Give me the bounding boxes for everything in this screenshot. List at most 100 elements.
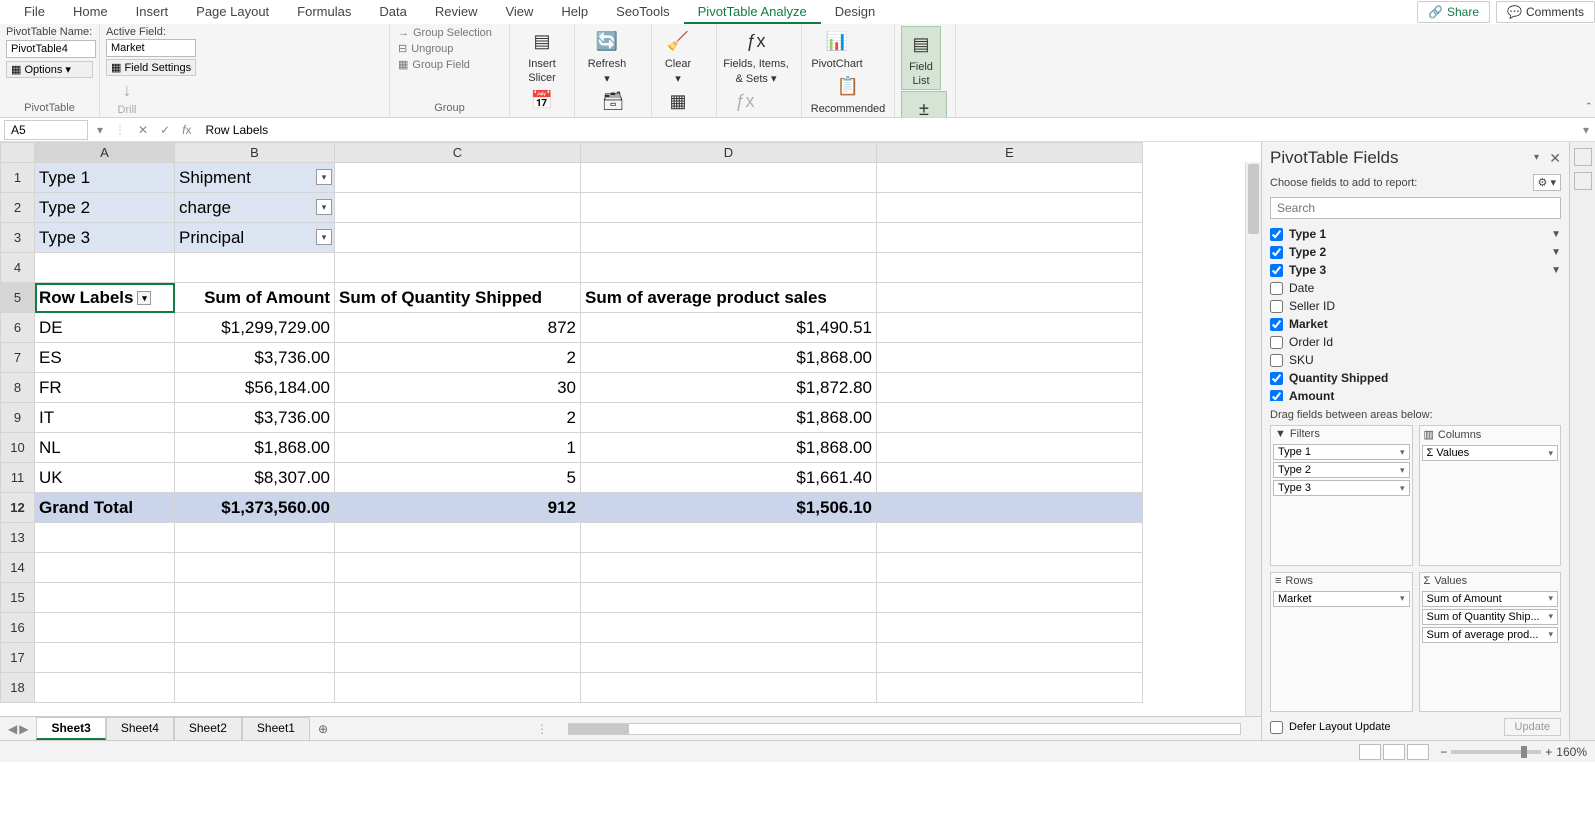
horizontal-scrollbar[interactable] [568,723,1241,735]
field-checkbox[interactable] [1270,264,1283,277]
clear-button[interactable]: 🧹Clear▾ [658,26,698,85]
field-row[interactable]: Amount [1270,387,1561,401]
row-header-5[interactable]: 5 [1,283,35,313]
row-header-9[interactable]: 9 [1,403,35,433]
cell[interactable] [877,583,1143,613]
insert-slicer-button[interactable]: ▤InsertSlicer [516,26,568,84]
tab-formulas[interactable]: Formulas [283,1,365,24]
row-header-12[interactable]: 12 [1,493,35,523]
cell[interactable] [877,673,1143,703]
change-data-source-button[interactable]: 🗃Change DataSource ▾ [581,86,645,118]
group-selection-button[interactable]: → Group Selection [396,26,503,40]
tab-insert[interactable]: Insert [122,1,183,24]
pivotchart-button[interactable]: 📊PivotChart [808,26,866,70]
cancel-formula-button[interactable]: ✕ [132,123,154,137]
sheet-nav-next[interactable]: ▶ [19,722,28,736]
cell[interactable]: NL [35,433,175,463]
formula-input[interactable] [197,121,1577,139]
share-button[interactable]: 🔗 Share [1417,1,1490,23]
cell[interactable] [877,223,1143,253]
area-item[interactable]: Type 1▾ [1273,444,1410,460]
cell[interactable] [335,673,581,703]
row-header-6[interactable]: 6 [1,313,35,343]
cell[interactable]: $1,490.51 [581,313,877,343]
cell[interactable]: charge▾ [175,193,335,223]
area-item[interactable]: Market▾ [1273,591,1410,607]
cell[interactable]: $1,373,560.00 [175,493,335,523]
tab-home[interactable]: Home [59,1,122,24]
cell[interactable] [35,643,175,673]
sheet-tab-sheet2[interactable]: Sheet2 [174,717,242,740]
name-box-dropdown[interactable]: ▾ [92,123,108,137]
col-header-B[interactable]: B [175,143,335,163]
area-columns[interactable]: ▥Columns Σ Values▾ [1419,425,1562,566]
field-settings-button[interactable]: ▦ Field Settings [106,59,196,76]
sheet-tab-sheet4[interactable]: Sheet4 [106,717,174,740]
cell[interactable] [581,223,877,253]
cell[interactable] [877,253,1143,283]
cell[interactable] [581,553,877,583]
zoom-slider[interactable] [1451,750,1541,754]
cell[interactable] [335,583,581,613]
vertical-scrollbar[interactable] [1245,162,1261,716]
cell[interactable]: 5 [335,463,581,493]
cell[interactable] [335,193,581,223]
cell[interactable] [581,673,877,703]
row-header-16[interactable]: 16 [1,613,35,643]
update-button[interactable]: Update [1504,718,1561,736]
cell[interactable] [35,253,175,283]
field-row[interactable]: Seller ID [1270,297,1561,315]
cell[interactable] [877,193,1143,223]
cell[interactable]: $1,299,729.00 [175,313,335,343]
name-box[interactable]: A5 [4,120,88,140]
add-sheet-button[interactable]: ⊕ [310,719,336,739]
cell[interactable] [175,253,335,283]
cell[interactable] [581,643,877,673]
tab-page-layout[interactable]: Page Layout [182,1,283,24]
cell[interactable] [175,613,335,643]
cell[interactable]: $1,872.80 [581,373,877,403]
tab-review[interactable]: Review [421,1,492,24]
cell[interactable]: Sum of average product sales [581,283,877,313]
cell[interactable]: $1,868.00 [581,343,877,373]
cell[interactable] [35,673,175,703]
row-header-4[interactable]: 4 [1,253,35,283]
expand-formula-bar[interactable]: ▾ [1577,123,1595,137]
cell[interactable]: Type 3 [35,223,175,253]
tab-pivottable-analyze[interactable]: PivotTable Analyze [684,1,821,24]
drill-down-button[interactable]: ↓Drill Down [106,77,148,118]
cell[interactable]: $3,736.00 [175,403,335,433]
cell[interactable]: FR [35,373,175,403]
cell[interactable] [877,643,1143,673]
side-strip-button-2[interactable] [1574,172,1592,190]
cell[interactable]: 912 [335,493,581,523]
cell[interactable]: 1 [335,433,581,463]
area-item[interactable]: Type 2▾ [1273,462,1410,478]
field-row[interactable]: Quantity Shipped [1270,369,1561,387]
cell[interactable]: $1,868.00 [581,403,877,433]
cell[interactable] [581,163,877,193]
area-item[interactable]: Sum of Amount▾ [1422,591,1559,607]
refresh-button[interactable]: 🔄Refresh▾ [581,26,633,85]
cell[interactable]: Shipment▾ [175,163,335,193]
row-header-10[interactable]: 10 [1,433,35,463]
group-field-button[interactable]: ▦ Group Field [396,57,503,72]
active-field-input[interactable] [106,39,196,57]
tab-data[interactable]: Data [365,1,420,24]
cell[interactable] [335,223,581,253]
cell[interactable] [175,643,335,673]
sheet-tab-sheet1[interactable]: Sheet1 [242,717,310,740]
cell[interactable]: Type 1 [35,163,175,193]
spreadsheet-grid[interactable]: A B C D E 1Type 1Shipment▾2Type 2charge▾… [0,142,1143,703]
field-row[interactable]: Order Id [1270,333,1561,351]
field-checkbox[interactable] [1270,228,1283,241]
cell[interactable]: ES [35,343,175,373]
view-pagelayout-button[interactable] [1383,744,1405,760]
cell[interactable] [35,553,175,583]
recommended-pivottables-button[interactable]: 📋RecommendedPivotTables [808,71,888,118]
cell[interactable] [877,313,1143,343]
cell[interactable] [35,523,175,553]
field-row[interactable]: SKU [1270,351,1561,369]
field-checkbox[interactable] [1270,354,1283,367]
cell[interactable]: $1,868.00 [581,433,877,463]
